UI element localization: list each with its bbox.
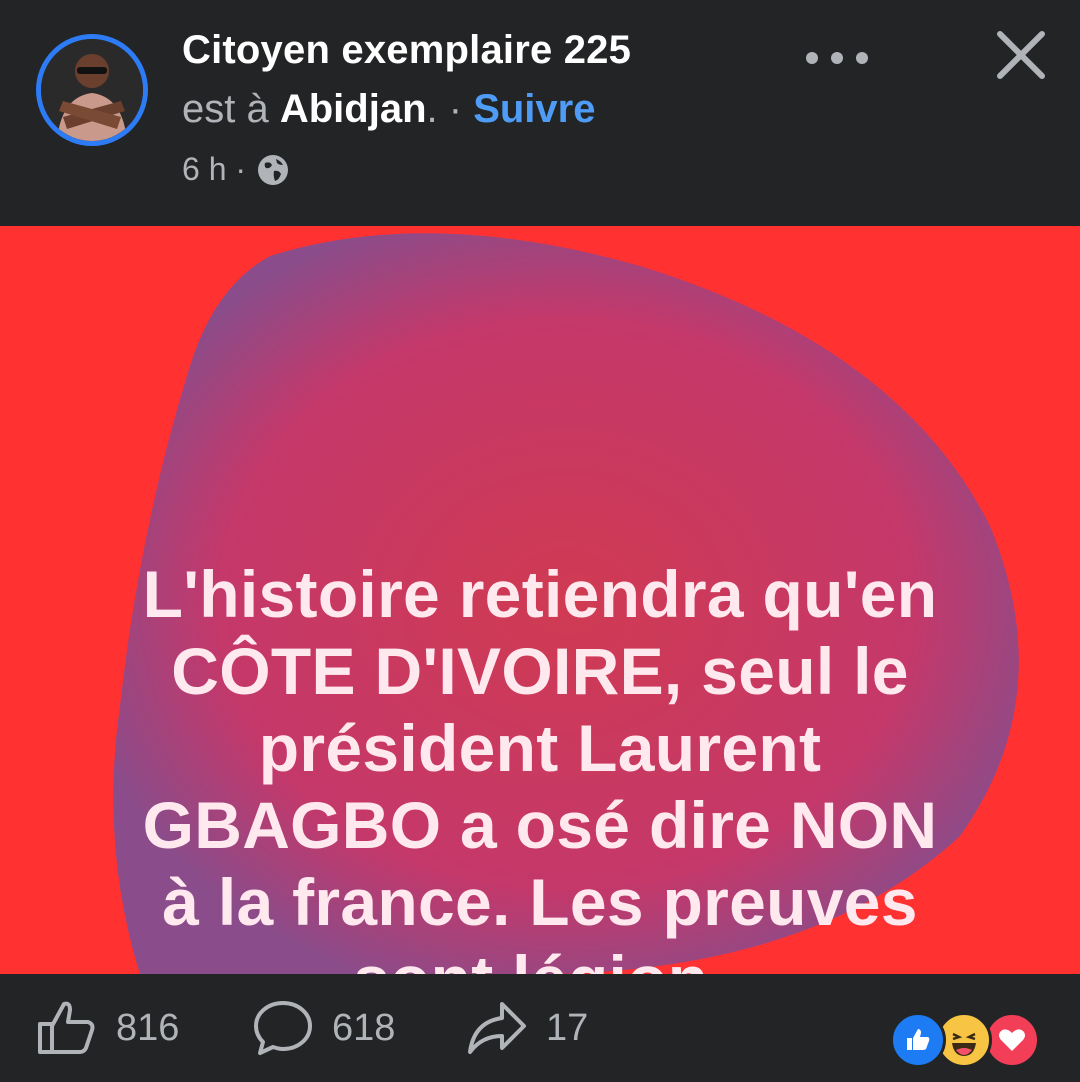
avatar[interactable] bbox=[36, 34, 148, 146]
post-meta: 6 h · bbox=[182, 151, 290, 188]
author-name[interactable]: Citoyen exemplaire 225 bbox=[182, 28, 631, 73]
more-options-button[interactable] bbox=[806, 38, 868, 78]
dot-icon bbox=[856, 52, 868, 64]
like-icon bbox=[38, 1001, 95, 1054]
share-button[interactable]: 17 bbox=[466, 986, 588, 1070]
like-button[interactable]: 816 bbox=[36, 986, 179, 1070]
location-place[interactable]: Abidjan bbox=[280, 87, 427, 131]
location-suffix: . · bbox=[426, 87, 474, 131]
share-count: 17 bbox=[546, 1006, 589, 1049]
location-line: est à Abidjan. · Suivre bbox=[182, 87, 595, 132]
avatar-photo bbox=[41, 39, 143, 141]
like-reaction-icon bbox=[890, 1012, 946, 1068]
comment-button[interactable]: 618 bbox=[252, 986, 395, 1070]
close-icon[interactable] bbox=[994, 28, 1048, 82]
post-background: L'histoire retiendra qu'en CÔTE D'IVOIRE… bbox=[0, 226, 1080, 974]
love-reaction-icon bbox=[984, 1012, 1040, 1068]
follow-button[interactable]: Suivre bbox=[473, 87, 595, 131]
globe-icon bbox=[258, 154, 289, 185]
post-footer: 816 618 17 bbox=[0, 974, 1080, 1082]
like-count: 816 bbox=[116, 1006, 180, 1049]
dot-icon bbox=[806, 52, 818, 64]
post-header: Citoyen exemplaire 225 est à Abidjan. · … bbox=[0, 0, 1080, 226]
dot-icon bbox=[831, 52, 843, 64]
post-text: L'histoire retiendra qu'en CÔTE D'IVOIRE… bbox=[142, 557, 938, 974]
reactions-summary[interactable] bbox=[890, 1012, 1042, 1068]
share-icon bbox=[468, 1002, 526, 1054]
location-prefix: est à bbox=[182, 87, 280, 131]
comment-icon bbox=[254, 1001, 312, 1055]
comment-count: 618 bbox=[332, 1006, 396, 1049]
post-time: 6 h · bbox=[182, 151, 247, 187]
